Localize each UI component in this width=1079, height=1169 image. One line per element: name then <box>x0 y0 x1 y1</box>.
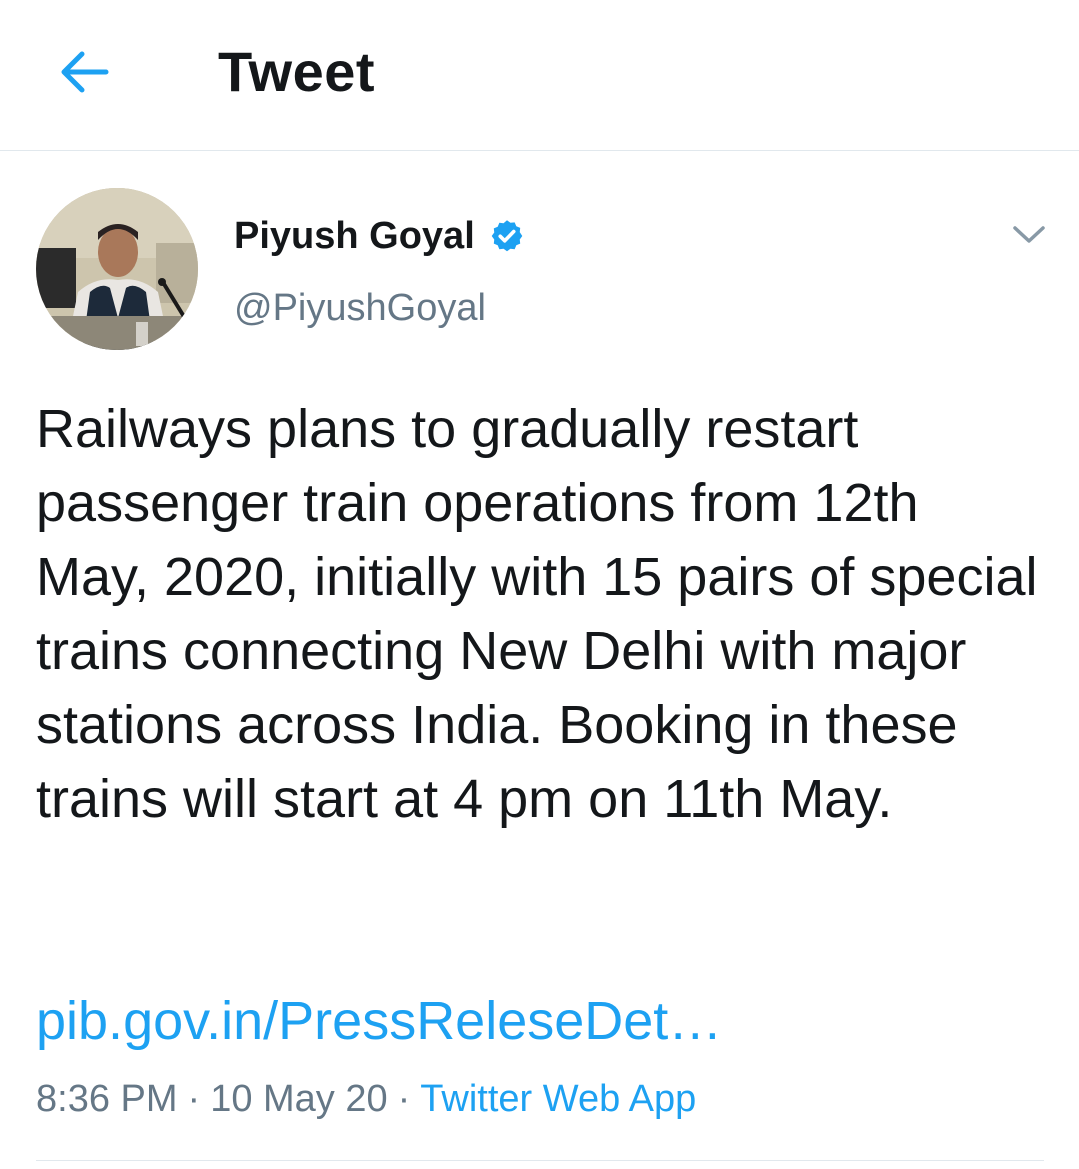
tweet-source-link[interactable]: Twitter Web App <box>420 1078 696 1120</box>
author-name-row[interactable]: Piyush Goyal <box>234 210 525 262</box>
tweet-date[interactable]: 10 May 20 <box>210 1078 387 1120</box>
meta-separator: · <box>397 1078 411 1120</box>
user-handle[interactable]: @PiyushGoyal <box>234 282 486 334</box>
meta-separator: · <box>187 1078 201 1120</box>
display-name[interactable]: Piyush Goyal <box>234 210 475 262</box>
tweet-time[interactable]: 8:36 PM <box>36 1078 178 1120</box>
verified-badge-icon <box>489 218 525 254</box>
more-options-button[interactable] <box>1006 212 1052 258</box>
avatar[interactable] <box>36 188 198 350</box>
divider <box>36 1160 1044 1161</box>
back-button[interactable] <box>54 42 114 102</box>
page-title: Tweet <box>218 40 376 103</box>
chevron-down-icon <box>1013 226 1045 243</box>
tweet-link[interactable]: pib.gov.in/PressReleseDet… <box>36 984 722 1058</box>
tweet-text: Railways plans to gradually restart pass… <box>36 399 1038 829</box>
profile-photo <box>36 188 198 350</box>
top-bar: Tweet <box>0 0 1079 151</box>
arrow-left-icon <box>61 51 109 93</box>
tweet-meta: 8:36 PM · 10 May 20 · Twitter Web App <box>36 1074 696 1124</box>
